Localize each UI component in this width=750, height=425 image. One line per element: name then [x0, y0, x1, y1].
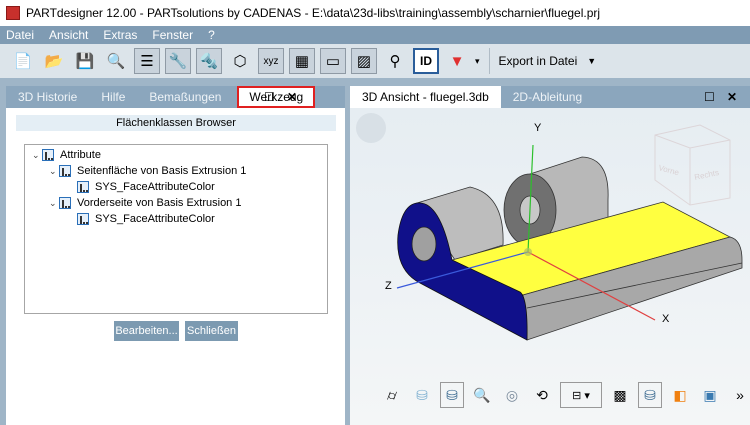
sketch-icon[interactable]: ⬡ [227, 48, 253, 74]
attribute-icon [59, 197, 71, 209]
front-hinge-hole [411, 226, 437, 262]
tab-2d-ableitung[interactable]: 2D-Ableitung [501, 86, 594, 108]
3d-viewport[interactable]: Vorne Rechts Y Z X [350, 108, 750, 425]
toolbar: 📄 📂 💾 🔍 ☰ 🔧 🔩 ⬡ xyz ▦ ▭ ▨ ⚲ ID ▼ ▾ Expor… [0, 44, 750, 78]
save-icon[interactable]: 💾 [72, 48, 98, 74]
rotate-icon[interactable]: ⟲ [530, 382, 554, 408]
tree-view-icon[interactable]: ☰ [134, 48, 160, 74]
chevron-down-icon[interactable]: ⌄ [49, 198, 59, 209]
dimension-view-icon[interactable]: ⛁ [638, 382, 662, 408]
tab-3d-ansicht[interactable]: 3D Ansicht - fluegel.3db [350, 86, 501, 108]
chevron-down-icon[interactable]: ▾ [475, 56, 480, 67]
tab-3d-historie[interactable]: 3D Historie [6, 86, 89, 108]
tree-node-color[interactable]: SYS_FaceAttributeColor [77, 211, 215, 227]
assembly-icon[interactable]: ⚲ [382, 48, 408, 74]
tree-node-color[interactable]: SYS_FaceAttributeColor [77, 179, 215, 195]
xyz-icon[interactable]: xyz [258, 48, 284, 74]
wrench-icon[interactable]: 🔧 [165, 48, 191, 74]
export-label: Export in Datei [498, 54, 578, 68]
transparency-icon[interactable]: ◎ [500, 382, 524, 408]
menu-help[interactable]: ? [208, 28, 215, 42]
window-title: PARTdesigner 12.00 - PARTsolutions by CA… [26, 6, 601, 20]
shaded-cylinder-icon[interactable]: ⛁ [410, 382, 434, 408]
tree-label: Vorderseite von Basis Extrusion 1 [77, 197, 242, 209]
export-dropdown[interactable]: Export in Datei ▼ [499, 54, 597, 68]
close-icon[interactable]: ✕ [727, 90, 737, 104]
edit-button[interactable]: Bearbeiten... [114, 321, 179, 341]
maximize-icon[interactable]: ☐ [704, 90, 715, 104]
menu-extras[interactable]: Extras [103, 28, 137, 42]
search-icon[interactable]: 🔍 [103, 48, 129, 74]
id-button[interactable]: ID [413, 48, 439, 74]
menu-bar: Datei Ansicht Extras Fenster ? [0, 26, 750, 44]
tab-hilfe[interactable]: Hilfe [89, 86, 137, 108]
origin-marker [524, 248, 532, 256]
more-icon[interactable]: » [728, 382, 750, 408]
menu-fenster[interactable]: Fenster [152, 28, 193, 42]
zoom-fit-icon[interactable]: 🔍 [470, 382, 494, 408]
tab-werkzeug[interactable]: Werkzeug [237, 86, 316, 108]
new-file-icon[interactable]: 📄 [10, 48, 36, 74]
menu-ansicht[interactable]: Ansicht [49, 28, 88, 42]
face-class-tree: ⌄ Attribute ⌄ Seitenfläche von Basis Extru… [24, 144, 328, 314]
box-icon[interactable]: ▣ [698, 382, 722, 408]
chevron-down-icon: ▼ [587, 56, 597, 66]
section-icon[interactable]: ◧ [668, 382, 692, 408]
viewcube-front-label: Vorne [657, 163, 680, 177]
dimension-icon[interactable]: ▨ [351, 48, 377, 74]
navigation-ball[interactable] [356, 113, 386, 143]
tree-label: Attribute [60, 149, 101, 161]
tree-label: SYS_FaceAttributeColor [95, 213, 215, 225]
tree-node-seitenflaeche[interactable]: ⌄ Seitenfläche von Basis Extrusion 1 [49, 163, 246, 179]
tree-node-attribute[interactable]: ⌄ Attribute [32, 147, 101, 163]
close-icon[interactable]: ✕ [287, 90, 297, 104]
title-bar: PARTdesigner 12.00 - PARTsolutions by CA… [0, 0, 750, 26]
separator [488, 48, 490, 74]
table-icon[interactable]: ▦ [289, 48, 315, 74]
view-toolbar: ⌭ ⛁ ⛁ 🔍 ◎ ⟲ ⊟ ▾ ▩ ⛁ ◧ ▣ » [380, 382, 750, 408]
viewcube[interactable]: Vorne Rechts [654, 124, 731, 206]
maximize-icon[interactable]: ☐ [264, 90, 275, 104]
attribute-icon [42, 149, 54, 161]
chevron-down-icon[interactable]: ⌄ [49, 166, 59, 177]
tree-label: SYS_FaceAttributeColor [95, 181, 215, 193]
app-icon [6, 6, 20, 20]
viewcube-right-label: Rechts [694, 168, 720, 182]
variable-icon[interactable]: ▭ [320, 48, 346, 74]
open-folder-icon[interactable]: 📂 [41, 48, 67, 74]
browser-title: Flächenklassen Browser [16, 115, 336, 131]
attribute-icon [59, 165, 71, 177]
close-button[interactable]: Schließen [185, 321, 238, 341]
attribute-icon [77, 213, 89, 225]
tree-label: Seitenfläche von Basis Extrusion 1 [77, 165, 247, 177]
attribute-icon [77, 181, 89, 193]
tree-node-vorderseite[interactable]: ⌄ Vorderseite von Basis Extrusion 1 [49, 195, 241, 211]
z-axis-label: Z [385, 280, 392, 292]
menu-datei[interactable]: Datei [6, 28, 34, 42]
tab-bemassungen[interactable]: Bemaßungen [137, 86, 233, 108]
shaded-edges-icon[interactable]: ⛁ [440, 382, 464, 408]
wireframe-cylinder-icon[interactable]: ⌭ [380, 382, 404, 408]
bolt-icon[interactable]: 🔩 [196, 48, 222, 74]
measure-dropdown-icon[interactable]: ⊟ ▾ [560, 382, 602, 408]
y-axis-label: Y [534, 122, 542, 134]
chevron-down-icon[interactable]: ⌄ [32, 150, 42, 161]
x-axis-label: X [662, 313, 670, 325]
mesh-icon[interactable]: ▩ [608, 382, 632, 408]
right-tab-bar: 3D Ansicht - fluegel.3db 2D-Ableitung [350, 86, 750, 108]
triangle-dropdown-icon[interactable]: ▼ [444, 48, 470, 74]
